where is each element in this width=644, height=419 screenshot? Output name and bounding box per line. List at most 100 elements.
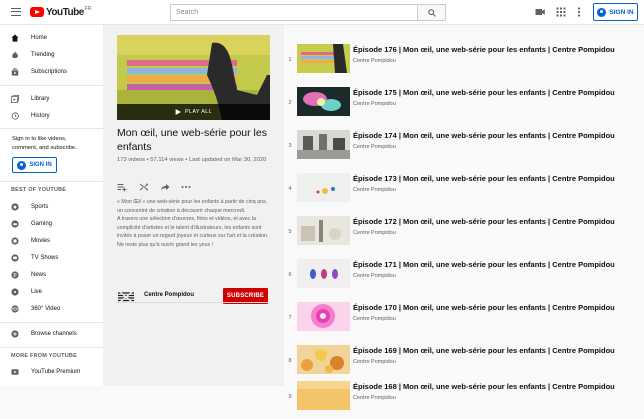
video-channel[interactable]: Centre Pompidou — [353, 101, 396, 107]
sidebar-item-history[interactable]: History — [0, 107, 103, 124]
video-thumbnail-image — [297, 173, 350, 202]
playlist-stats: 173 videos • 57,114 views • Last updated… — [117, 157, 267, 163]
video-channel[interactable]: Centre Pompidou — [353, 359, 396, 365]
playlist-description: « Mon Œil » une web-série pour les enfan… — [117, 199, 269, 248]
video-title[interactable]: Épisode 170 | Mon œil, une web-série pou… — [353, 303, 615, 312]
gaming-icon — [11, 219, 19, 228]
sidebar-item-label: Library — [31, 95, 50, 102]
search-button[interactable] — [418, 4, 446, 21]
menu-icon[interactable] — [11, 8, 21, 16]
news-icon — [11, 270, 19, 279]
sidebar-item-label: Gaming — [31, 220, 53, 227]
tv-shows-icon — [11, 253, 19, 262]
sidebar-item-label: TV Shows — [31, 254, 59, 261]
video-title[interactable]: Épisode 168 | Mon œil, une web-série pou… — [353, 382, 615, 391]
account-icon — [597, 7, 607, 17]
top-bar: YouTube FR Search SIGN IN — [0, 0, 644, 25]
video-index: 4 — [288, 186, 292, 192]
video-list-item[interactable]: 5 Épisode 172 | Mon œil, une web-série p… — [284, 212, 644, 254]
video-thumbnail[interactable] — [297, 302, 350, 331]
sidebar-item-subscriptions[interactable]: Subscriptions — [0, 63, 103, 80]
video-thumbnail[interactable] — [297, 44, 350, 73]
video-list-item[interactable]: 2 Épisode 175 | Mon œil, une web-série p… — [284, 83, 644, 125]
sidebar-divider — [0, 128, 103, 129]
subscriptions-icon — [11, 67, 19, 76]
playlist-thumbnail[interactable]: PLAY ALL — [117, 35, 270, 120]
video-thumbnail[interactable] — [297, 216, 350, 245]
video-channel[interactable]: Centre Pompidou — [353, 144, 396, 150]
video-title[interactable]: Épisode 172 | Mon œil, une web-série pou… — [353, 217, 615, 226]
sign-in-label: SIGN IN — [609, 8, 634, 16]
sidebar-sign-in-button[interactable]: SIGN IN — [12, 157, 57, 173]
video-list-item[interactable]: 6 Épisode 171 | Mon œil, une web-série p… — [284, 255, 644, 297]
video-thumbnail-image — [297, 259, 350, 288]
channel-avatar[interactable] — [118, 289, 134, 303]
video-thumbnail[interactable] — [297, 345, 350, 374]
video-title[interactable]: Épisode 175 | Mon œil, une web-série pou… — [353, 88, 615, 97]
youtube-logo[interactable]: YouTube FR — [30, 6, 91, 18]
video-thumbnail[interactable] — [297, 130, 350, 159]
video-channel[interactable]: Centre Pompidou — [353, 316, 396, 322]
shuffle-icon[interactable] — [139, 182, 149, 192]
playlist-actions — [117, 181, 217, 193]
video-channel[interactable]: Centre Pompidou — [353, 395, 396, 401]
logo-text: YouTube — [46, 6, 84, 18]
sidebar-item-movies[interactable]: Movies — [0, 232, 103, 249]
play-all-overlay[interactable]: PLAY ALL — [117, 104, 270, 120]
youtube-play-icon — [30, 7, 44, 17]
video-title[interactable]: Épisode 174 | Mon œil, une web-série pou… — [353, 131, 615, 140]
sidebar-item-home[interactable]: Home — [0, 29, 103, 46]
video-thumbnail[interactable] — [297, 87, 350, 116]
video-list-item[interactable]: 9 Épisode 168 | Mon œil, une web-série p… — [284, 377, 644, 419]
video-channel[interactable]: Centre Pompidou — [353, 58, 396, 64]
video-list-item[interactable]: 3 Épisode 174 | Mon œil, une web-série p… — [284, 126, 644, 168]
logo-country-code: FR — [84, 6, 92, 12]
playlist-title[interactable]: Mon œil, une web-série pour les enfants — [117, 126, 277, 154]
library-icon — [11, 94, 19, 103]
video-list-item[interactable]: 7 Épisode 170 | Mon œil, une web-série p… — [284, 298, 644, 340]
sidebar-item-browse-channels[interactable]: Browse channels — [0, 325, 103, 342]
sidebar-item-label: Trending — [31, 51, 55, 58]
sidebar-item-gaming[interactable]: Gaming — [0, 215, 103, 232]
video-title[interactable]: Épisode 169 | Mon œil, une web-série pou… — [353, 346, 615, 355]
video-thumbnail-image — [297, 381, 350, 410]
sign-in-button[interactable]: SIGN IN — [593, 3, 638, 21]
sidebar-item-sports[interactable]: Sports — [0, 198, 103, 215]
video-index: 6 — [288, 272, 292, 278]
sidebar-item-tv-shows[interactable]: TV Shows — [0, 249, 103, 266]
video-list-item[interactable]: 4 Épisode 173 | Mon œil, une web-série p… — [284, 169, 644, 211]
sidebar-item-youtube-premium[interactable]: YouTube Premium — [0, 363, 103, 380]
sidebar-item-trending[interactable]: Trending — [0, 46, 103, 63]
account-icon — [17, 160, 27, 170]
video-thumbnail[interactable] — [297, 173, 350, 202]
create-video-icon[interactable] — [535, 7, 545, 17]
video-thumbnail-image — [297, 87, 350, 116]
sidebar-item-360-video[interactable]: 360° Video — [0, 300, 103, 317]
video-title[interactable]: Épisode 173 | Mon œil, une web-série pou… — [353, 174, 615, 183]
sidebar-item-news[interactable]: News — [0, 266, 103, 283]
search-input[interactable]: Search — [170, 4, 418, 21]
video-thumbnail[interactable] — [297, 381, 350, 410]
video-thumbnail-image — [297, 345, 350, 374]
video-list-item[interactable]: 1 Épisode 176 | Mon œil, une web-série p… — [284, 40, 644, 82]
sidebar-divider — [0, 322, 103, 323]
more-horizontal-icon[interactable] — [181, 182, 191, 192]
more-vertical-icon[interactable] — [574, 7, 584, 17]
sidebar-item-library[interactable]: Library — [0, 90, 103, 107]
video-thumbnail[interactable] — [297, 259, 350, 288]
channel-name[interactable]: Centre Pompidou — [144, 292, 194, 298]
video-title[interactable]: Épisode 171 | Mon œil, une web-série pou… — [353, 260, 615, 269]
video-thumbnail-image — [297, 130, 350, 159]
apps-grid-icon[interactable] — [556, 7, 566, 17]
share-icon[interactable] — [160, 182, 170, 192]
video-channel[interactable]: Centre Pompidou — [353, 187, 396, 193]
search-icon — [428, 9, 436, 17]
sidebar-item-label: Browse channels — [31, 330, 77, 337]
video-channel[interactable]: Centre Pompidou — [353, 273, 396, 279]
video-channel[interactable]: Centre Pompidou — [353, 230, 396, 236]
add-to-queue-icon[interactable] — [117, 182, 127, 192]
playlist-video-list: 1 Épisode 176 | Mon œil, une web-série p… — [284, 25, 644, 410]
sidebar-item-live[interactable]: Live — [0, 283, 103, 300]
video-thumbnail-image — [297, 216, 350, 245]
video-title[interactable]: Épisode 176 | Mon œil, une web-série pou… — [353, 45, 615, 54]
